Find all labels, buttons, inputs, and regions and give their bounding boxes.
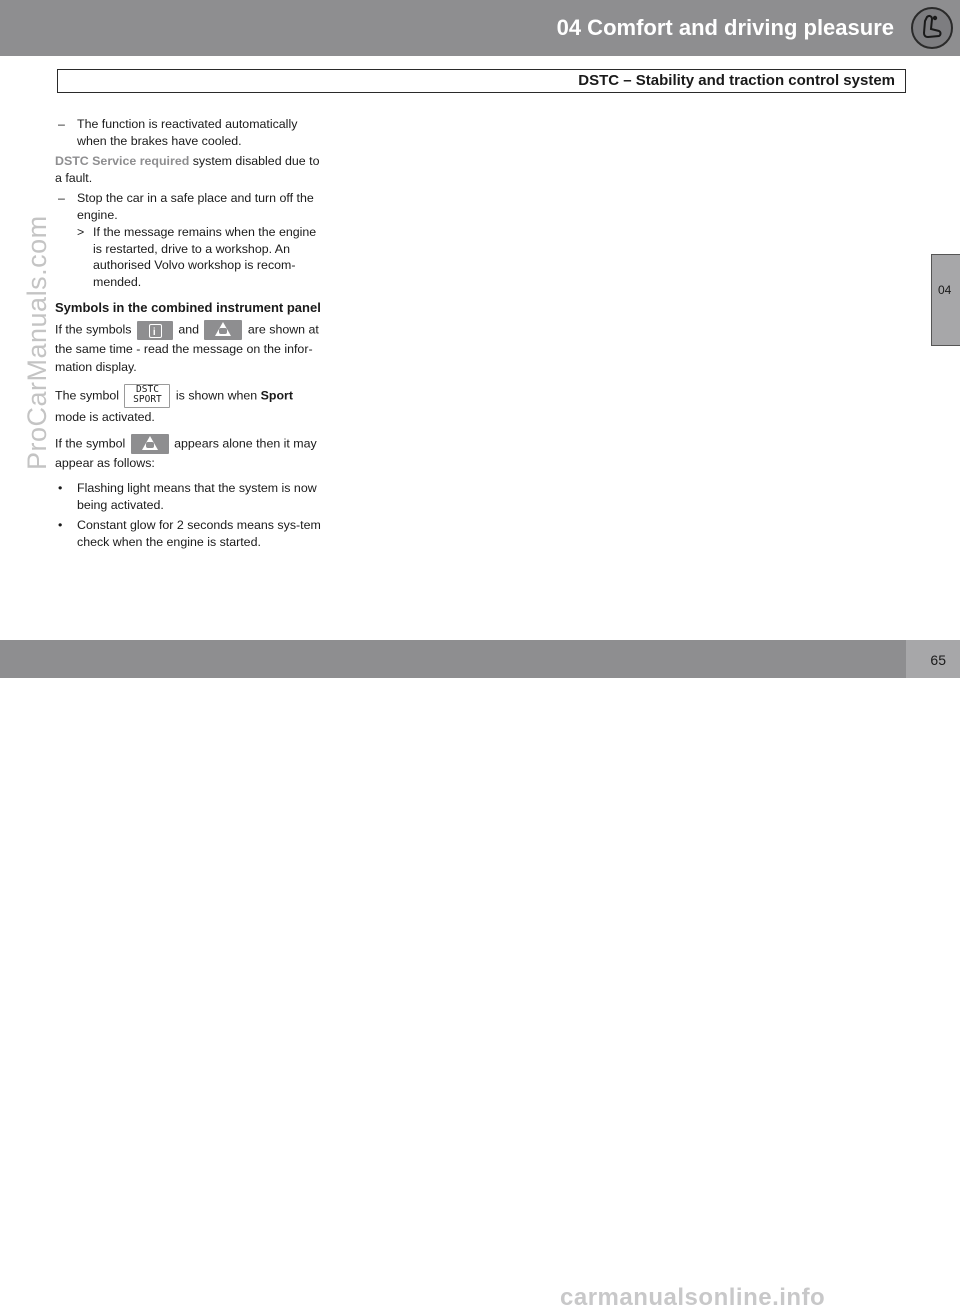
list-item-text: The function is reactivated automaticall… [77,117,298,148]
dash-marker: – [58,191,65,205]
sport-label: SPORT [133,394,162,405]
dstc-sport-icon: DSTC SPORT [124,384,171,408]
bullet-marker: • [58,518,63,532]
chapter-tab: 04 [931,254,960,346]
message-text: DSTC Service required [55,154,190,168]
bullet-marker: • [58,481,63,495]
para-text: and [174,322,203,337]
watermark-left: ProCarManuals.com [22,215,52,470]
list-item: – The function is reactivated automatica… [55,116,323,149]
page-number-box: 65 [906,640,960,678]
watermark-bottom: carmanualsonline.info [560,1284,826,1311]
para-text: mode is activated. [55,410,155,424]
chapter-icon-box [906,2,958,54]
list-item: • Flashing light means that the system i… [55,480,323,513]
sport-mode-text: Sport [260,388,293,403]
arrow-marker: > [77,225,85,239]
skid-warning-icon [204,320,243,340]
header-band: 04 Comfort and driving pleasure [0,0,960,56]
message-paragraph: DSTC Service required system disabled du… [55,153,323,186]
footer-band: carmanualsonline.info [0,640,960,1311]
list-item: • Constant glow for 2 seconds means sys-… [55,517,323,550]
chapter-tab-label: 04 [938,283,952,297]
section-title: DSTC – Stability and traction control sy… [578,72,895,89]
list-item-text: Stop the car in a safe place and turn of… [77,191,314,222]
section-bar: DSTC – Stability and traction control sy… [57,69,906,93]
list-item-text: Flashing light means that the system is … [77,481,317,512]
section-heading: Symbols in the combined instrument panel [55,300,321,315]
alone-paragraph: If the symbol appears alone then it may … [55,434,323,472]
para-text: If the symbols [55,322,135,337]
skid-warning-icon [130,434,169,454]
list-item-text: Constant glow for 2 seconds means sys-te… [77,518,321,549]
para-text: If the symbol [55,436,129,451]
sub-list-item: > If the message remains when the engine… [55,224,323,290]
chapter-title: 04 Comfort and driving pleasure [556,15,894,40]
seat-icon [911,7,953,49]
sport-paragraph: The symbol DSTC SPORT is shown when Sport… [55,384,323,426]
dash-marker: – [58,117,65,131]
page-number: 65 [930,652,946,668]
para-text: is shown when [172,388,261,403]
sub-list-item-text: If the message remains when the engine i… [93,225,317,289]
symbols-paragraph: If the symbols and are shown at the same… [55,320,323,376]
body-text: – The function is reactivated automatica… [55,116,323,550]
para-text: The symbol [55,388,123,403]
information-icon [136,320,173,342]
list-item: – Stop the car in a safe place and turn … [55,190,323,223]
